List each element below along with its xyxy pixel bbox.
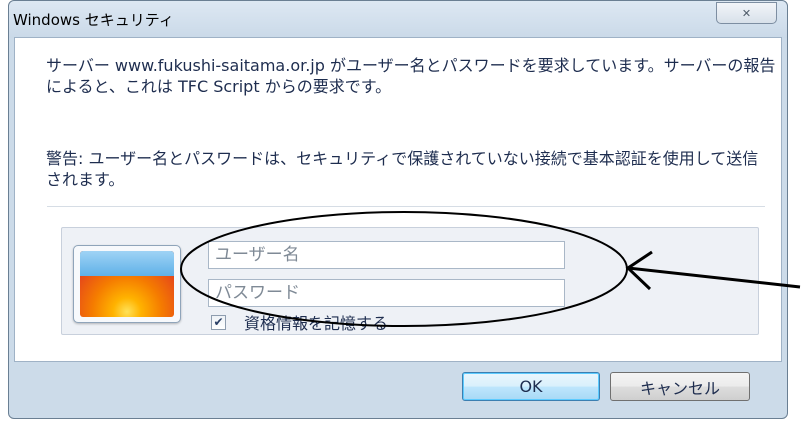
separator xyxy=(47,206,765,207)
flower-avatar-image xyxy=(80,251,174,317)
user-avatar xyxy=(73,245,181,323)
remember-label: 資格情報を記憶する xyxy=(244,314,389,333)
remember-checkbox[interactable]: ✔ xyxy=(211,314,226,330)
username-input[interactable] xyxy=(208,241,565,269)
close-button[interactable]: ✕ xyxy=(716,2,777,24)
password-input[interactable] xyxy=(208,279,565,307)
window-title: Windows セキュリティ xyxy=(13,11,174,29)
server-request-message: サーバー www.fukushi-saitama.or.jp がユーザー名とパス… xyxy=(46,56,776,96)
cancel-button[interactable]: キャンセル xyxy=(610,372,750,401)
ok-button[interactable]: OK xyxy=(462,372,600,401)
titlebar: Windows セキュリティ ✕ xyxy=(9,1,787,38)
checkmark-icon: ✔ xyxy=(213,315,224,329)
remember-credentials[interactable]: ✔ 資格情報を記憶する xyxy=(211,310,388,334)
security-warning-message: 警告: ユーザー名とパスワードは、セキュリティで保護されていない接続で基本認証を… xyxy=(46,149,759,189)
close-icon: ✕ xyxy=(741,6,752,20)
